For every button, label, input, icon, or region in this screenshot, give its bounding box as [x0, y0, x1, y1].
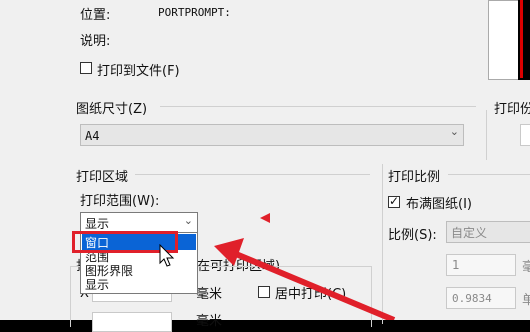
scale-value2: 0.9834	[452, 292, 492, 305]
copies-title: 打印份	[494, 102, 530, 117]
mouse-cursor-icon	[159, 244, 175, 267]
scale-value1: 1	[452, 258, 460, 272]
location-value: PORTPROMPT:	[158, 6, 231, 19]
dropdown-item-display[interactable]: 显示	[85, 276, 109, 293]
scale-unit1: 毫	[522, 260, 530, 275]
chevron-down-icon: ⌄	[449, 125, 459, 138]
ratio-combo[interactable]: 自定义	[446, 221, 530, 243]
print-range-label: 打印范围(W):	[80, 194, 160, 209]
scale-groupline	[448, 174, 530, 175]
annotation-arrow-icon	[214, 238, 396, 320]
scale-unit2: 单	[522, 293, 530, 308]
annotation-marker-icon	[260, 213, 270, 223]
ratio-value: 自定义	[451, 226, 488, 240]
paper-size-groupline	[160, 106, 476, 107]
paper-size-title: 图纸尺寸(Z)	[76, 102, 148, 117]
scale-title: 打印比例	[388, 170, 441, 185]
description-label: 说明:	[80, 34, 111, 49]
preview-red-border	[520, 0, 523, 78]
fit-paper-checkbox[interactable]	[388, 194, 400, 208]
print-range-value: 显示	[85, 217, 110, 231]
scale-value1-field[interactable]: 1	[446, 254, 516, 276]
fit-paper-label: 布满图纸(I)	[406, 197, 472, 212]
copies-field[interactable]	[520, 124, 530, 146]
copies-group-border	[486, 110, 489, 160]
print-to-file-checkbox[interactable]	[80, 62, 92, 74]
print-area-groupline	[135, 174, 370, 175]
offset-y-field[interactable]	[92, 312, 172, 332]
print-to-file-label: 打印到文件(F)	[97, 64, 180, 79]
scale-value2-field[interactable]: 0.9834	[446, 287, 516, 309]
paper-size-combo[interactable]: A4 ⌄	[80, 124, 464, 146]
paper-size-value: A4	[85, 129, 100, 143]
location-label: 位置:	[80, 8, 111, 23]
print-area-title: 打印区域	[76, 170, 129, 185]
chevron-down-icon: ⌄	[183, 214, 193, 227]
